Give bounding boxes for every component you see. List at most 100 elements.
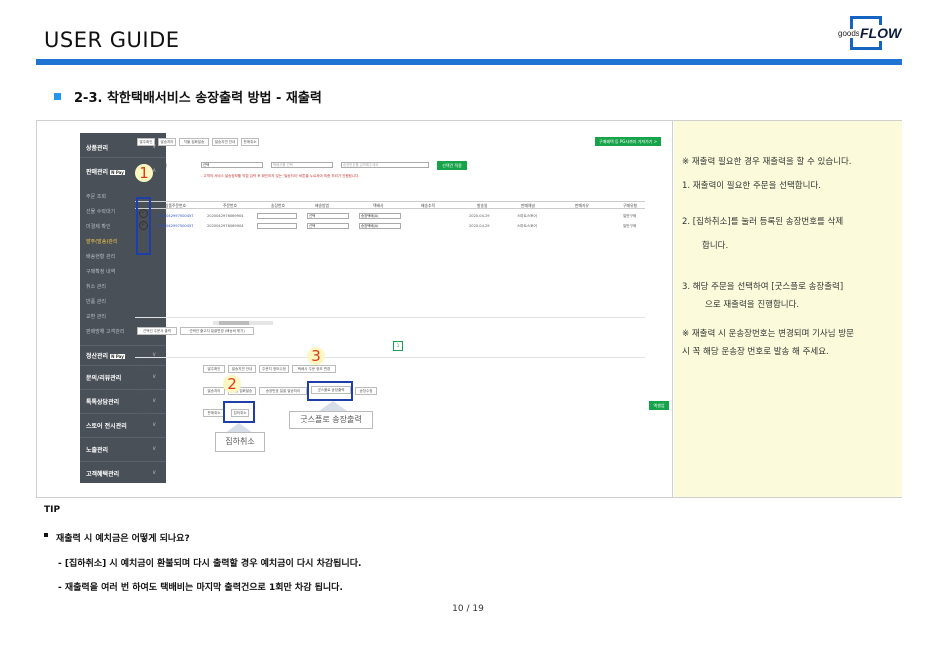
order-number: 2020042976069904 xyxy=(207,224,244,228)
page-number: 10 / 19 xyxy=(452,604,484,614)
ship-date: 2020.04.29 xyxy=(469,224,490,228)
content-frame: 상품관리 ∨ 판매관리 N Pay ∧ 주문 조회 선물 수락대기 미결제 확인 발주… xyxy=(36,120,902,498)
tip-answer: - 재출력을 여러 번 하여도 택배비는 마지막 출력건으로 1회만 차감 됩니… xyxy=(58,583,343,593)
product-order-number[interactable]: 2020042997500457 xyxy=(157,214,194,218)
divider xyxy=(80,413,166,414)
courier-cell-select[interactable]: 송장택배(A) xyxy=(359,213,401,219)
sales-channel: 스마트스토어 xyxy=(517,224,537,228)
pagination-page[interactable]: 1 xyxy=(393,341,403,351)
sidebar-sub-item[interactable]: 미결제 확인 xyxy=(86,223,111,230)
chevron-icon: ∨ xyxy=(152,421,157,428)
sidebar-group[interactable]: 고객혜택관리 ∨ xyxy=(86,469,156,478)
sidebar-sub-item[interactable]: 교환 관리 xyxy=(86,313,106,320)
cancel-sale-button[interactable]: 판매취소 xyxy=(241,138,259,146)
sidebar-group-label: 정산관리 xyxy=(86,353,109,360)
sidebar-sub-item[interactable]: 주문 조회 xyxy=(86,193,106,200)
goodsflow-logo: goods FLOW xyxy=(838,16,903,50)
delay-notice-button[interactable]: 발송지연 안내 xyxy=(228,365,256,373)
sidebar-sub-item[interactable]: 구매확정 내역 xyxy=(86,268,115,275)
sidebar-sub-item[interactable]: 취소 관리 xyxy=(86,283,106,290)
cancel-pickup-callout: 집하취소 xyxy=(215,432,265,452)
column-header: 배송추적 xyxy=(421,203,435,208)
purchase-type: 일반구매 xyxy=(623,224,637,228)
change-warehouse-button[interactable]: 선택건 출고지 일괄변경 (배송비 묶기) xyxy=(180,327,254,335)
instruction-line: 2. [집하취소]를 눌러 등록된 송장번호를 삭제 xyxy=(682,217,844,227)
sidebar-sub-item[interactable]: 반품 관리 xyxy=(86,298,106,305)
confirm-order-button[interactable]: 발주확인 xyxy=(137,138,155,146)
instructions-panel: ※ 재출력 필요한 경우 재출력을 할 수 있습니다. 1. 재출력이 필요한 … xyxy=(674,121,902,497)
sidebar-sub-item[interactable]: 판매방해 고객관리 xyxy=(86,328,124,335)
tip-heading: TIP xyxy=(44,505,61,515)
table-row[interactable]: 2020042997500457 2020042976069904 선택 송장택… xyxy=(135,213,645,221)
delay-notice-button[interactable]: 발송지연 안내 xyxy=(212,138,238,146)
logo-small-text: goods xyxy=(838,29,861,38)
change-courier-info-button[interactable]: 택배사 주문 정보 변경 xyxy=(292,365,336,373)
npay-badge: N Pay xyxy=(110,170,125,175)
divider xyxy=(80,461,166,462)
cod-pickup-button[interactable]: 착불 집화발송 xyxy=(179,138,209,146)
sidebar-group[interactable]: 판매관리 N Pay ∧ xyxy=(86,167,156,176)
table-row[interactable]: 2020042997500457 2020042976069904 선택 송장택… xyxy=(135,223,645,231)
sidebar-group-label: 노출관리 xyxy=(86,447,109,454)
excel-upload-button[interactable]: 엑셀업 xyxy=(649,401,669,410)
order-number: 2020042976069904 xyxy=(207,214,244,218)
action-row-label: 발송처리 xyxy=(137,389,152,394)
checkbox-highlight-box xyxy=(136,197,151,255)
invoice-cell[interactable] xyxy=(257,213,297,219)
sidebar-group[interactable]: 문의/리뷰관리 ∨ xyxy=(86,373,156,382)
print-order-sheet-button[interactable]: 선택건 주문서 출력 xyxy=(137,327,177,335)
sidebar-group-label: 스토어 전시관리 xyxy=(86,423,127,430)
delivery-method-select[interactable]: 선택 xyxy=(307,223,349,229)
column-header: 판매채널 xyxy=(521,203,535,208)
logo-big-text: FLOW xyxy=(859,25,903,41)
pg-export-button[interactable]: 구매혜택 등 PG사까지 가져가기 > xyxy=(595,137,661,146)
tip-answer: - [집하취소] 시 예치금이 환불되며 다시 출력할 경우 예치금이 다시 차… xyxy=(58,559,362,569)
chevron-icon: ∨ xyxy=(152,397,157,404)
purchase-type: 일반구매 xyxy=(623,214,637,218)
goodsflow-print-callout: 굿스플로 송장출력 xyxy=(289,411,373,429)
invoice-input[interactable]: 송장번호를 입력해주세요 xyxy=(341,162,429,168)
ship-button[interactable]: 발송처리 xyxy=(203,387,225,395)
method-select[interactable]: 선택 xyxy=(201,162,263,168)
edit-invoice-button[interactable]: 송장수정 xyxy=(355,387,377,395)
divider xyxy=(80,345,166,346)
column-header: 상품주문번호 xyxy=(165,203,186,208)
sidebar-sub-item-active[interactable]: 발주(발송)관리 xyxy=(86,238,118,245)
confirm-order-button[interactable]: 발주확인 xyxy=(203,365,225,373)
step-marker-3: 3 xyxy=(307,347,325,365)
step-marker-1: 1 xyxy=(135,164,153,182)
sidebar-group[interactable]: 상품관리 ∨ xyxy=(86,143,156,152)
sidebar-sub-item[interactable]: 선물 수락대기 xyxy=(86,208,115,215)
sidebar-group[interactable]: 정산관리 N Pay ∨ xyxy=(86,351,156,360)
invoice-cell[interactable] xyxy=(257,223,297,229)
courier-select[interactable]: 택배사를 선택 xyxy=(271,162,333,168)
product-order-number[interactable]: 2020042997500457 xyxy=(157,224,194,228)
instruction-line: 으로 재출력을 진행합니다. xyxy=(705,300,800,310)
scrollbar-thumb[interactable] xyxy=(219,321,249,325)
sidebar-group[interactable]: 노출관리 ∨ xyxy=(86,445,156,454)
chevron-icon: ∨ xyxy=(152,445,157,452)
sidebar-group[interactable]: 스토어 전시관리 ∨ xyxy=(86,421,156,430)
sidebar-group-label: 톡톡상담관리 xyxy=(86,399,120,406)
bulk-invoice-ship-button[interactable]: 송장번호 일괄 발송처리 xyxy=(259,387,307,395)
table-header: 상품주문번호 주문번호 송장번호 배송방법 택배사 배송추적 발송일 판매채널 … xyxy=(135,201,645,209)
ship-date: 2020.04.29 xyxy=(469,214,490,218)
column-header: 택배사 xyxy=(373,203,384,208)
cancel-pickup-highlight-box xyxy=(223,401,255,423)
sales-channel: 스마트스토어 xyxy=(517,214,537,218)
sidebar-group[interactable]: 톡톡상담관리 ∨ xyxy=(86,397,156,406)
edit-orderer-info-button[interactable]: 주문지 정보수정 xyxy=(259,365,289,373)
cancel-sale-button[interactable]: 판매취소 xyxy=(203,409,225,417)
delivery-method-select[interactable]: 선택 xyxy=(307,213,349,219)
sidebar-sub-item[interactable]: 배송현황 관리 xyxy=(86,253,115,260)
ship-button[interactable]: 발송처리 xyxy=(158,138,176,146)
divider xyxy=(80,157,166,158)
apply-selected-button[interactable]: 선택건 적용 xyxy=(437,161,467,170)
horizontal-scrollbar[interactable] xyxy=(213,321,273,325)
sidebar-group-label: 판매관리 xyxy=(86,169,109,176)
sidebar-group-label: 고객혜택관리 xyxy=(86,471,120,478)
divider xyxy=(80,365,166,366)
divider xyxy=(135,357,645,358)
courier-cell-select[interactable]: 송장택배(A) xyxy=(359,223,401,229)
page-title: USER GUIDE xyxy=(44,28,180,52)
